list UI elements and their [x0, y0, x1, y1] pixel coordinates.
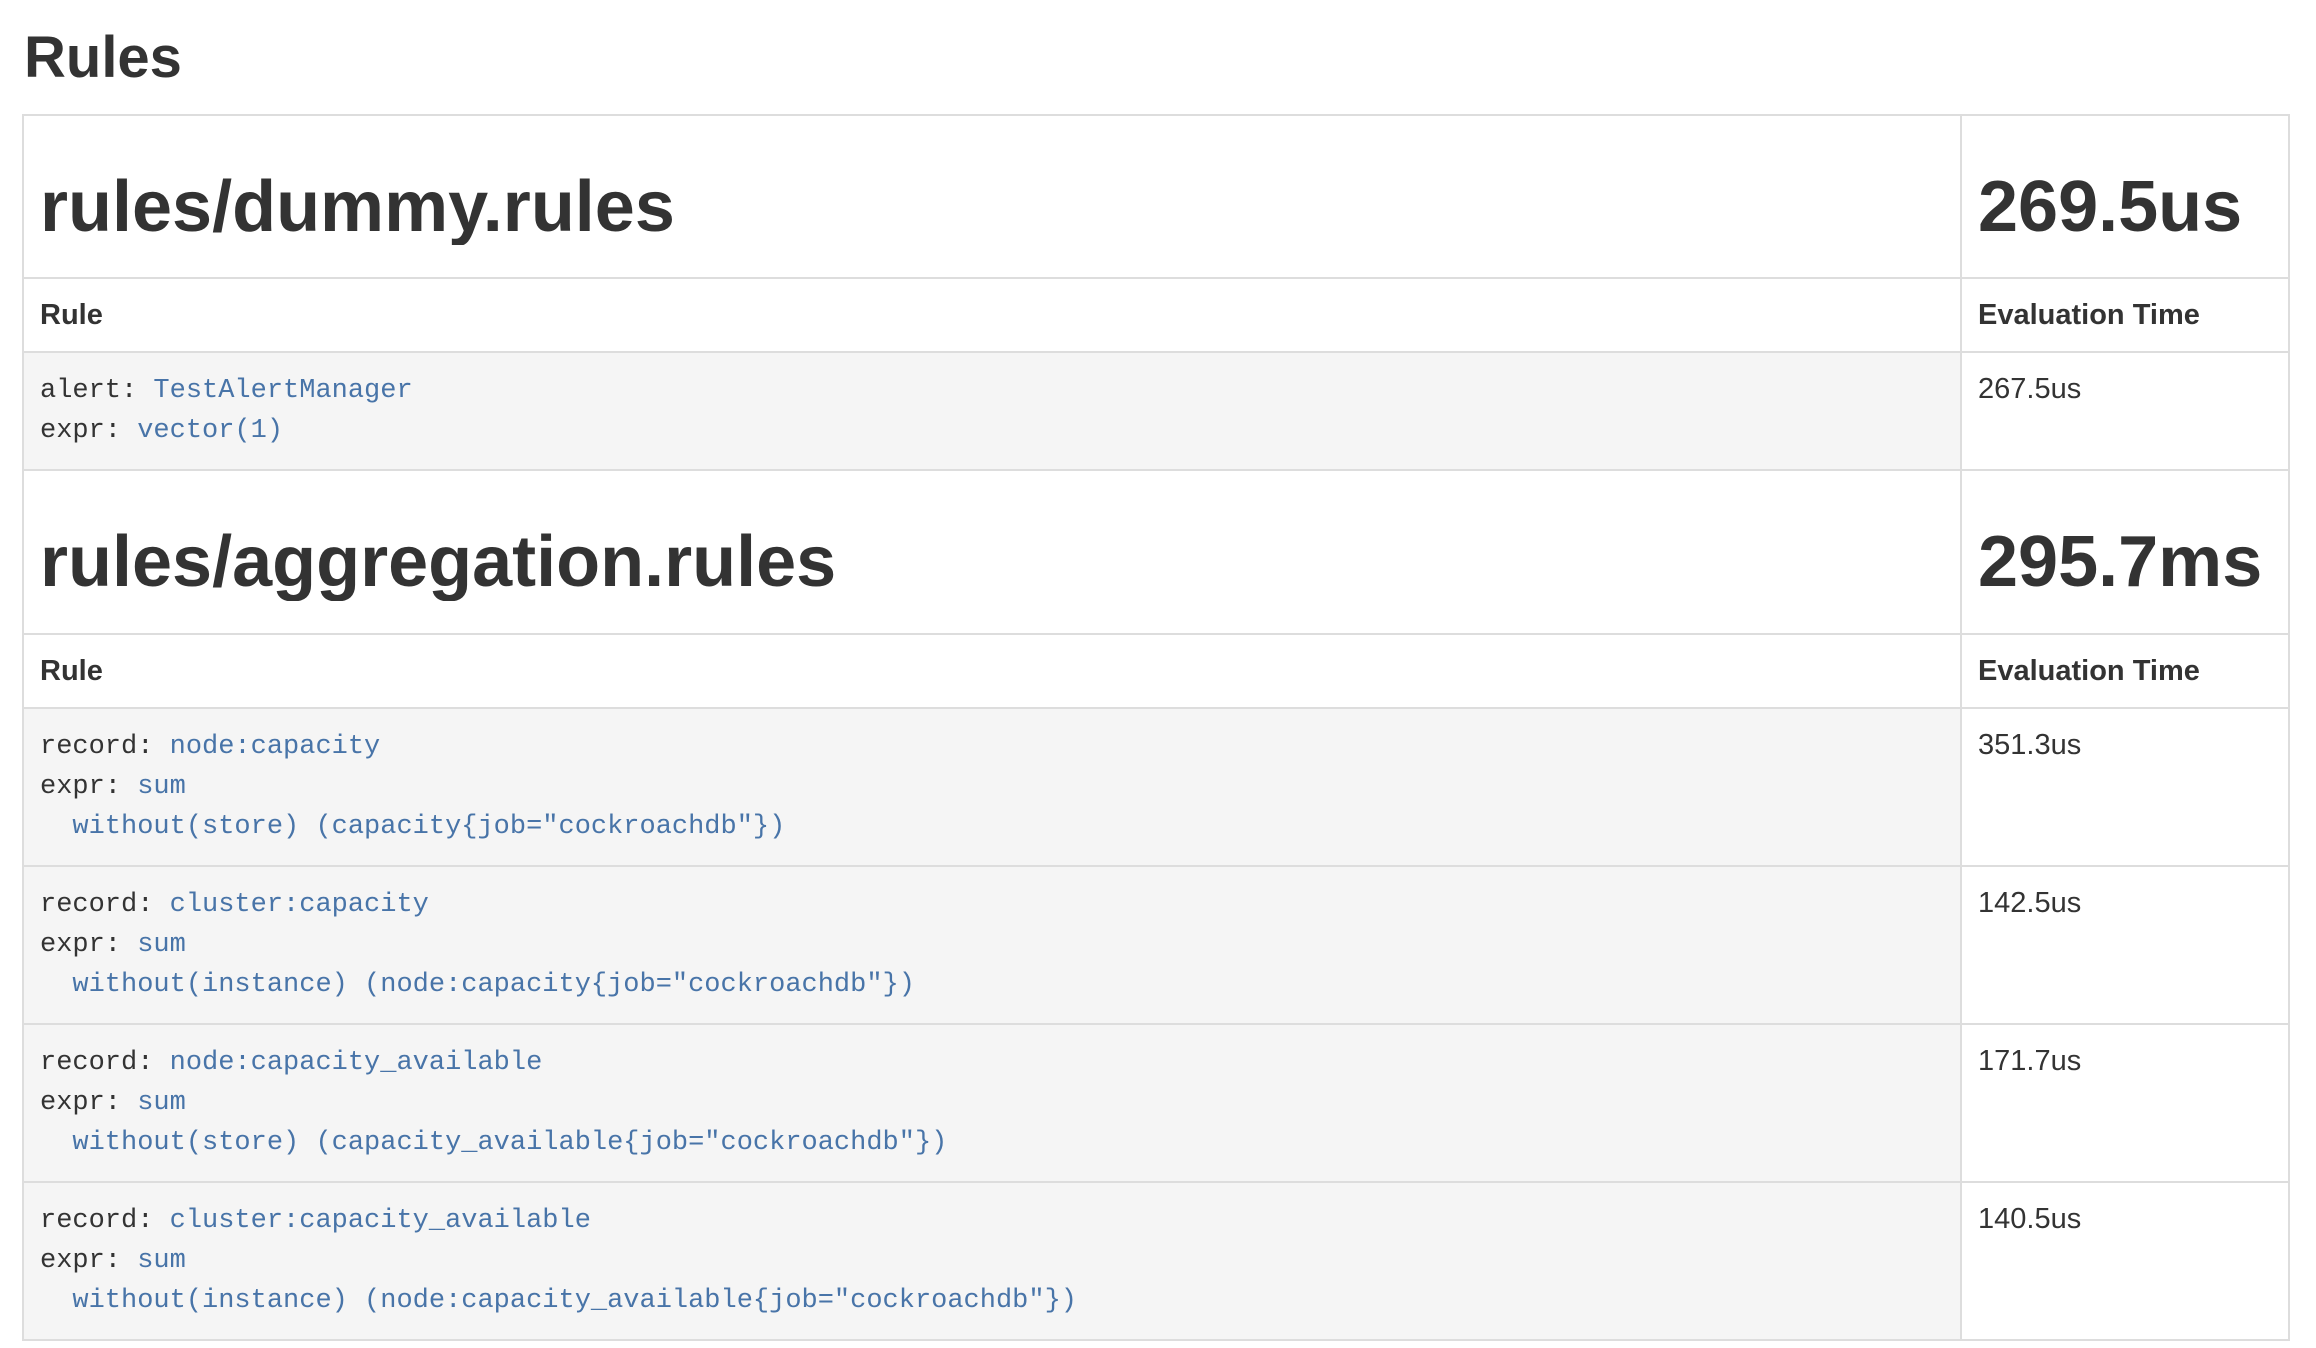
rule-cell: record: cluster:capacity_available expr:… [23, 1182, 1961, 1340]
rule-keyword: record: [40, 1048, 170, 1078]
rule-cell: record: node:capacity expr: sum without(… [23, 708, 1961, 866]
rule-keyword: expr: [40, 930, 137, 960]
rule-expression-link[interactable]: sum [137, 930, 186, 960]
column-header-row: RuleEvaluation Time [23, 278, 2289, 352]
rule-keyword: expr: [40, 1246, 137, 1276]
rule-keyword [40, 812, 72, 842]
rule-expression-link[interactable]: sum [137, 1088, 186, 1118]
rule-group-total-time: 269.5us [1978, 170, 2272, 246]
rule-group-heading-row: rules/dummy.rules 269.5us [23, 115, 2289, 279]
rule-row: record: node:capacity expr: sum without(… [23, 708, 2289, 866]
rule-keyword: expr: [40, 1088, 137, 1118]
rule-definition: alert: TestAlertManager expr: vector(1) [40, 371, 1944, 451]
rule-keyword: expr: [40, 772, 137, 802]
rule-row: alert: TestAlertManager expr: vector(1)2… [23, 352, 2289, 470]
rule-row: record: cluster:capacity expr: sum witho… [23, 866, 2289, 1024]
rule-keyword [40, 1286, 72, 1316]
rules-table: rules/dummy.rules269.5usRuleEvaluation T… [22, 114, 2290, 1341]
rule-group-total-time-cell: 269.5us [1961, 115, 2289, 279]
rule-expression-link[interactable]: TestAlertManager [153, 376, 412, 406]
rule-cell: alert: TestAlertManager expr: vector(1) [23, 352, 1961, 470]
rule-group-total-time-cell: 295.7ms [1961, 470, 2289, 634]
rule-group-file-cell: rules/aggregation.rules [23, 470, 1961, 634]
rule-definition: record: cluster:capacity_available expr:… [40, 1201, 1944, 1321]
rule-keyword: record: [40, 890, 170, 920]
rule-keyword: alert: [40, 376, 153, 406]
rule-group-heading-row: rules/aggregation.rules 295.7ms [23, 470, 2289, 634]
evaluation-time-column-header: Evaluation Time [1961, 634, 2289, 708]
rules-page: Rules rules/dummy.rules269.5usRuleEvalua… [0, 26, 2316, 1341]
rule-expression-link[interactable]: vector(1) [137, 416, 283, 446]
rule-expression-link[interactable]: sum [137, 772, 186, 802]
rule-definition: record: node:capacity expr: sum without(… [40, 727, 1944, 847]
rule-eval-time: 351.3us [1961, 708, 2289, 866]
rule-expression-link[interactable]: without(store) (capacity_available{job="… [72, 1128, 947, 1158]
rule-row: record: cluster:capacity_available expr:… [23, 1182, 2289, 1340]
rule-cell: record: cluster:capacity expr: sum witho… [23, 866, 1961, 1024]
rule-cell: record: node:capacity_available expr: su… [23, 1024, 1961, 1182]
rule-group-total-time: 295.7ms [1978, 525, 2272, 601]
rule-keyword [40, 970, 72, 1000]
rule-group-file: rules/dummy.rules [40, 170, 1944, 246]
rule-column-header: Rule [23, 278, 1961, 352]
column-header-row: RuleEvaluation Time [23, 634, 2289, 708]
rule-expression-link[interactable]: node:capacity [170, 732, 381, 762]
rule-keyword: expr: [40, 416, 137, 446]
rule-column-header: Rule [23, 634, 1961, 708]
rule-expression-link[interactable]: node:capacity_available [170, 1048, 543, 1078]
rule-keyword [40, 1128, 72, 1158]
rule-expression-link[interactable]: cluster:capacity [170, 890, 429, 920]
evaluation-time-column-header: Evaluation Time [1961, 278, 2289, 352]
rule-group-file: rules/aggregation.rules [40, 525, 1944, 601]
page-title: Rules [24, 26, 2290, 90]
rule-expression-link[interactable]: without(store) (capacity{job="cockroachd… [72, 812, 785, 842]
rule-definition: record: node:capacity_available expr: su… [40, 1043, 1944, 1163]
rule-row: record: node:capacity_available expr: su… [23, 1024, 2289, 1182]
rule-eval-time: 142.5us [1961, 866, 2289, 1024]
rule-expression-link[interactable]: sum [137, 1246, 186, 1276]
rule-keyword: record: [40, 732, 170, 762]
rule-group-file-cell: rules/dummy.rules [23, 115, 1961, 279]
rule-expression-link[interactable]: without(instance) (node:capacity_availab… [72, 1286, 1077, 1316]
rule-expression-link[interactable]: without(instance) (node:capacity{job="co… [72, 970, 915, 1000]
rule-eval-time: 140.5us [1961, 1182, 2289, 1340]
rule-expression-link[interactable]: cluster:capacity_available [170, 1206, 591, 1236]
rule-definition: record: cluster:capacity expr: sum witho… [40, 885, 1944, 1005]
rule-eval-time: 267.5us [1961, 352, 2289, 470]
rule-keyword: record: [40, 1206, 170, 1236]
rule-eval-time: 171.7us [1961, 1024, 2289, 1182]
rules-table-body: rules/dummy.rules269.5usRuleEvaluation T… [23, 115, 2289, 1340]
